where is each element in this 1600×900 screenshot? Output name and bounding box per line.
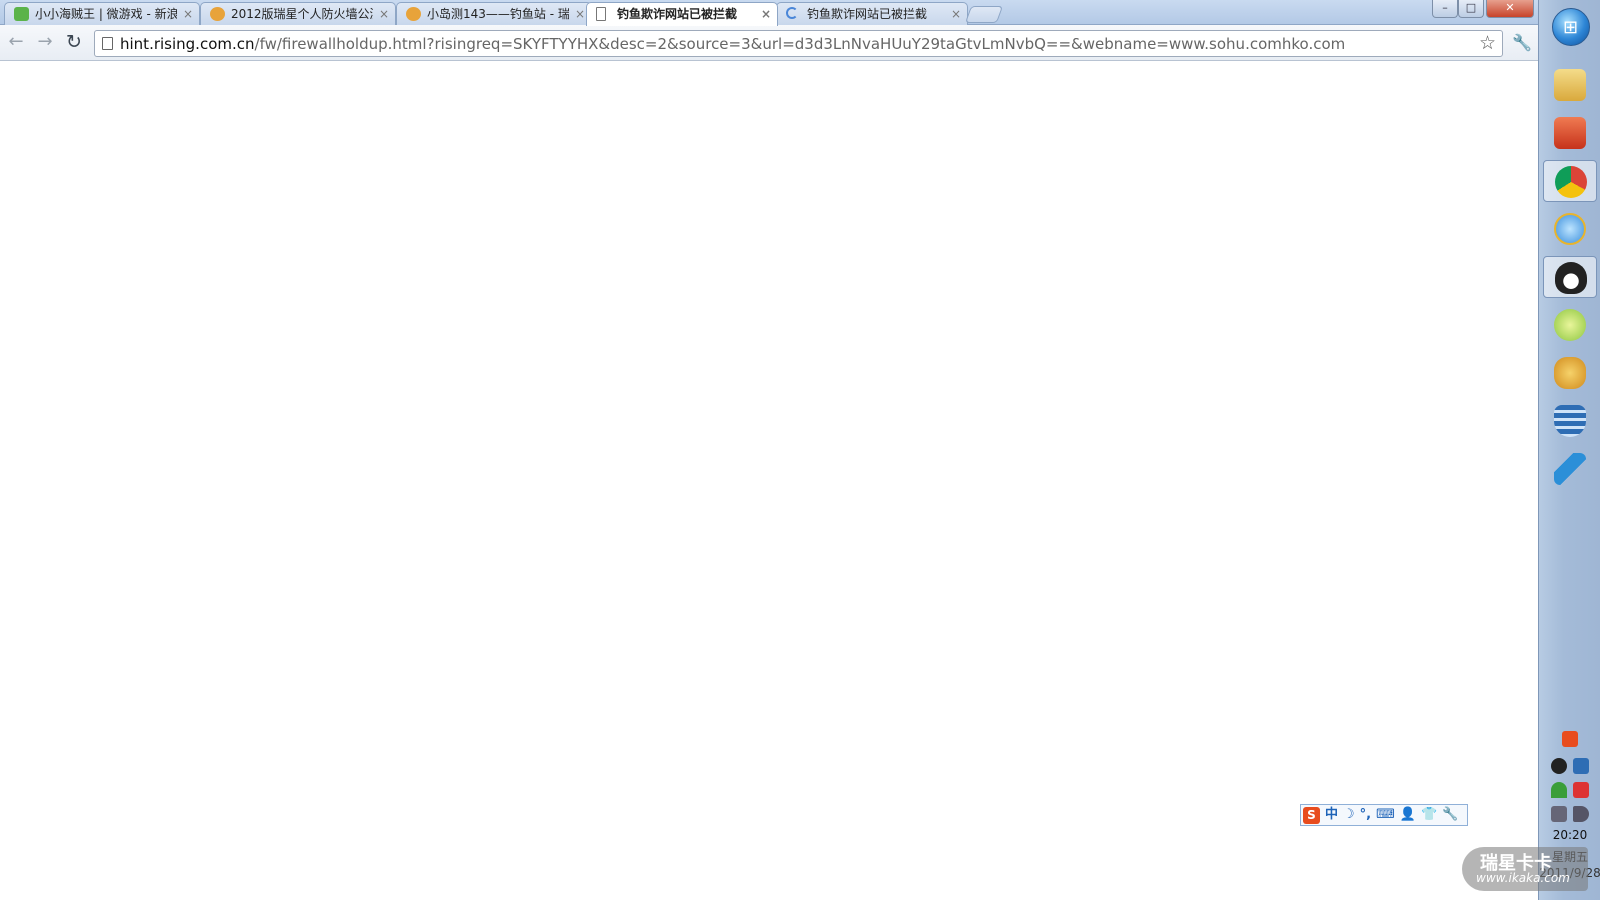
action-center-icon[interactable] [1573, 782, 1589, 798]
ime-keyboard-icon[interactable]: ⌨ [1376, 805, 1395, 825]
tab-title: 钓鱼欺诈网站已被拦截 [617, 7, 738, 21]
tab-close-icon[interactable]: × [761, 3, 771, 25]
taskbar-red-app[interactable] [1543, 112, 1597, 154]
tab-title: 小小海贼王 | 微游戏 - 新浪 [35, 7, 177, 21]
ime-toolbar[interactable]: S 中 ☽ °, ⌨ 👤 👕 🔧 [1300, 804, 1468, 826]
ime-chinese-mode[interactable]: 中 [1325, 805, 1338, 825]
tab-5[interactable]: 钓鱼欺诈网站已被拦截 × [776, 2, 968, 25]
address-bar[interactable]: hint.rising.com.cn/fw/firewallholdup.htm… [94, 30, 1503, 57]
network-tray-icon[interactable] [1551, 806, 1567, 822]
bird-icon [1554, 453, 1586, 485]
watermark: 瑞星卡卡 www.ikaka.com [1462, 847, 1588, 891]
taskbar-rising[interactable] [1543, 352, 1597, 394]
taskbar-qq[interactable] [1543, 256, 1597, 298]
chrome-icon [1555, 166, 1587, 198]
tab-2[interactable]: 2012版瑞星个人防火墙公测 × [200, 2, 396, 25]
umbrella-tray-icon[interactable] [1551, 782, 1567, 798]
close-button[interactable]: ✕ [1486, 0, 1534, 18]
tab-1[interactable]: 小小海贼王 | 微游戏 - 新浪 × [4, 2, 200, 25]
red-app-icon [1554, 117, 1586, 149]
rising-lion-icon [1554, 357, 1586, 389]
watermark-url: www.ikaka.com [1476, 871, 1570, 885]
tab-close-icon[interactable]: × [183, 3, 193, 25]
tab-close-icon[interactable]: × [379, 3, 389, 25]
page-content [0, 61, 1538, 900]
tab-title: 2012版瑞星个人防火墙公测 [231, 7, 373, 21]
rising-favicon-icon [406, 7, 421, 21]
tab-active[interactable]: 钓鱼欺诈网站已被拦截 × [586, 2, 778, 26]
ime-settings-icon[interactable]: 🔧 [1442, 805, 1458, 825]
browser-toolbar: ← → ↻ hint.rising.com.cn/fw/firewallhold… [0, 25, 1538, 61]
new-tab-button[interactable] [964, 6, 1004, 23]
windows-logo-icon: ⊞ [1563, 17, 1579, 38]
rising-favicon-icon [210, 7, 225, 21]
ime-user-icon[interactable]: 👤 [1400, 805, 1416, 825]
taskbar-firewall[interactable] [1543, 400, 1597, 442]
clock-time[interactable]: 20:20 [1539, 828, 1600, 842]
tab-close-icon[interactable]: × [575, 3, 585, 25]
start-button[interactable]: ⊞ [1552, 8, 1590, 46]
taskbar-file-explorer[interactable] [1543, 64, 1597, 106]
taskbar-chrome[interactable] [1543, 160, 1597, 202]
tab-close-icon[interactable]: × [951, 3, 961, 25]
ime-halfwidth-icon[interactable]: ☽ [1343, 805, 1355, 825]
tab-title: 钓鱼欺诈网站已被拦截 [807, 7, 928, 21]
page-icon [102, 37, 113, 50]
qq-icon [1555, 262, 1587, 294]
reload-button[interactable]: ↻ [62, 31, 86, 55]
loading-icon [786, 7, 798, 19]
ime-skin-icon[interactable]: 👕 [1421, 805, 1437, 825]
taskbar-bird-app[interactable] [1543, 448, 1597, 490]
qq-tray-icon[interactable] [1551, 758, 1567, 774]
firewall-icon [1554, 405, 1586, 437]
taskbar-green-app[interactable] [1543, 304, 1597, 346]
ie-icon [1554, 213, 1586, 245]
url-host: hint.rising.com.cn [120, 35, 255, 53]
minimize-button[interactable]: – [1432, 0, 1458, 18]
bookmark-star-icon[interactable]: ☆ [1479, 32, 1496, 54]
green-app-icon [1554, 309, 1586, 341]
file-explorer-icon [1554, 69, 1586, 101]
tab-3[interactable]: 小岛测143——钓鱼站 - 瑞 × [396, 2, 592, 25]
tab-title: 小岛测143——钓鱼站 - 瑞 [427, 7, 569, 21]
taskbar: ⊞ 20:20 星期五 2011/9/28 [1538, 0, 1600, 900]
game-favicon-icon [14, 7, 29, 21]
firewall-tray-icon[interactable] [1573, 758, 1589, 774]
url-path: /fw/firewallholdup.html?risingreq=SKYFTY… [254, 35, 1346, 53]
taskbar-ie[interactable] [1543, 208, 1597, 250]
maximize-button[interactable]: □ [1458, 0, 1484, 18]
browser-window: 小小海贼王 | 微游戏 - 新浪 × 2012版瑞星个人防火墙公测 × 小岛测1… [0, 0, 1538, 900]
wrench-menu-icon[interactable]: 🔧 [1512, 33, 1532, 52]
sogou-tray-icon[interactable] [1562, 731, 1578, 747]
tab-strip: 小小海贼王 | 微游戏 - 新浪 × 2012版瑞星个人防火墙公测 × 小岛测1… [0, 0, 1538, 26]
volume-icon[interactable] [1573, 806, 1589, 822]
url-text[interactable]: hint.rising.com.cn/fw/firewallholdup.htm… [120, 35, 1345, 53]
ime-punctuation-icon[interactable]: °, [1360, 805, 1371, 825]
forward-button[interactable]: → [33, 31, 57, 55]
page-icon [596, 7, 606, 21]
sogou-logo-icon[interactable]: S [1303, 806, 1320, 824]
back-button[interactable]: ← [4, 31, 28, 55]
